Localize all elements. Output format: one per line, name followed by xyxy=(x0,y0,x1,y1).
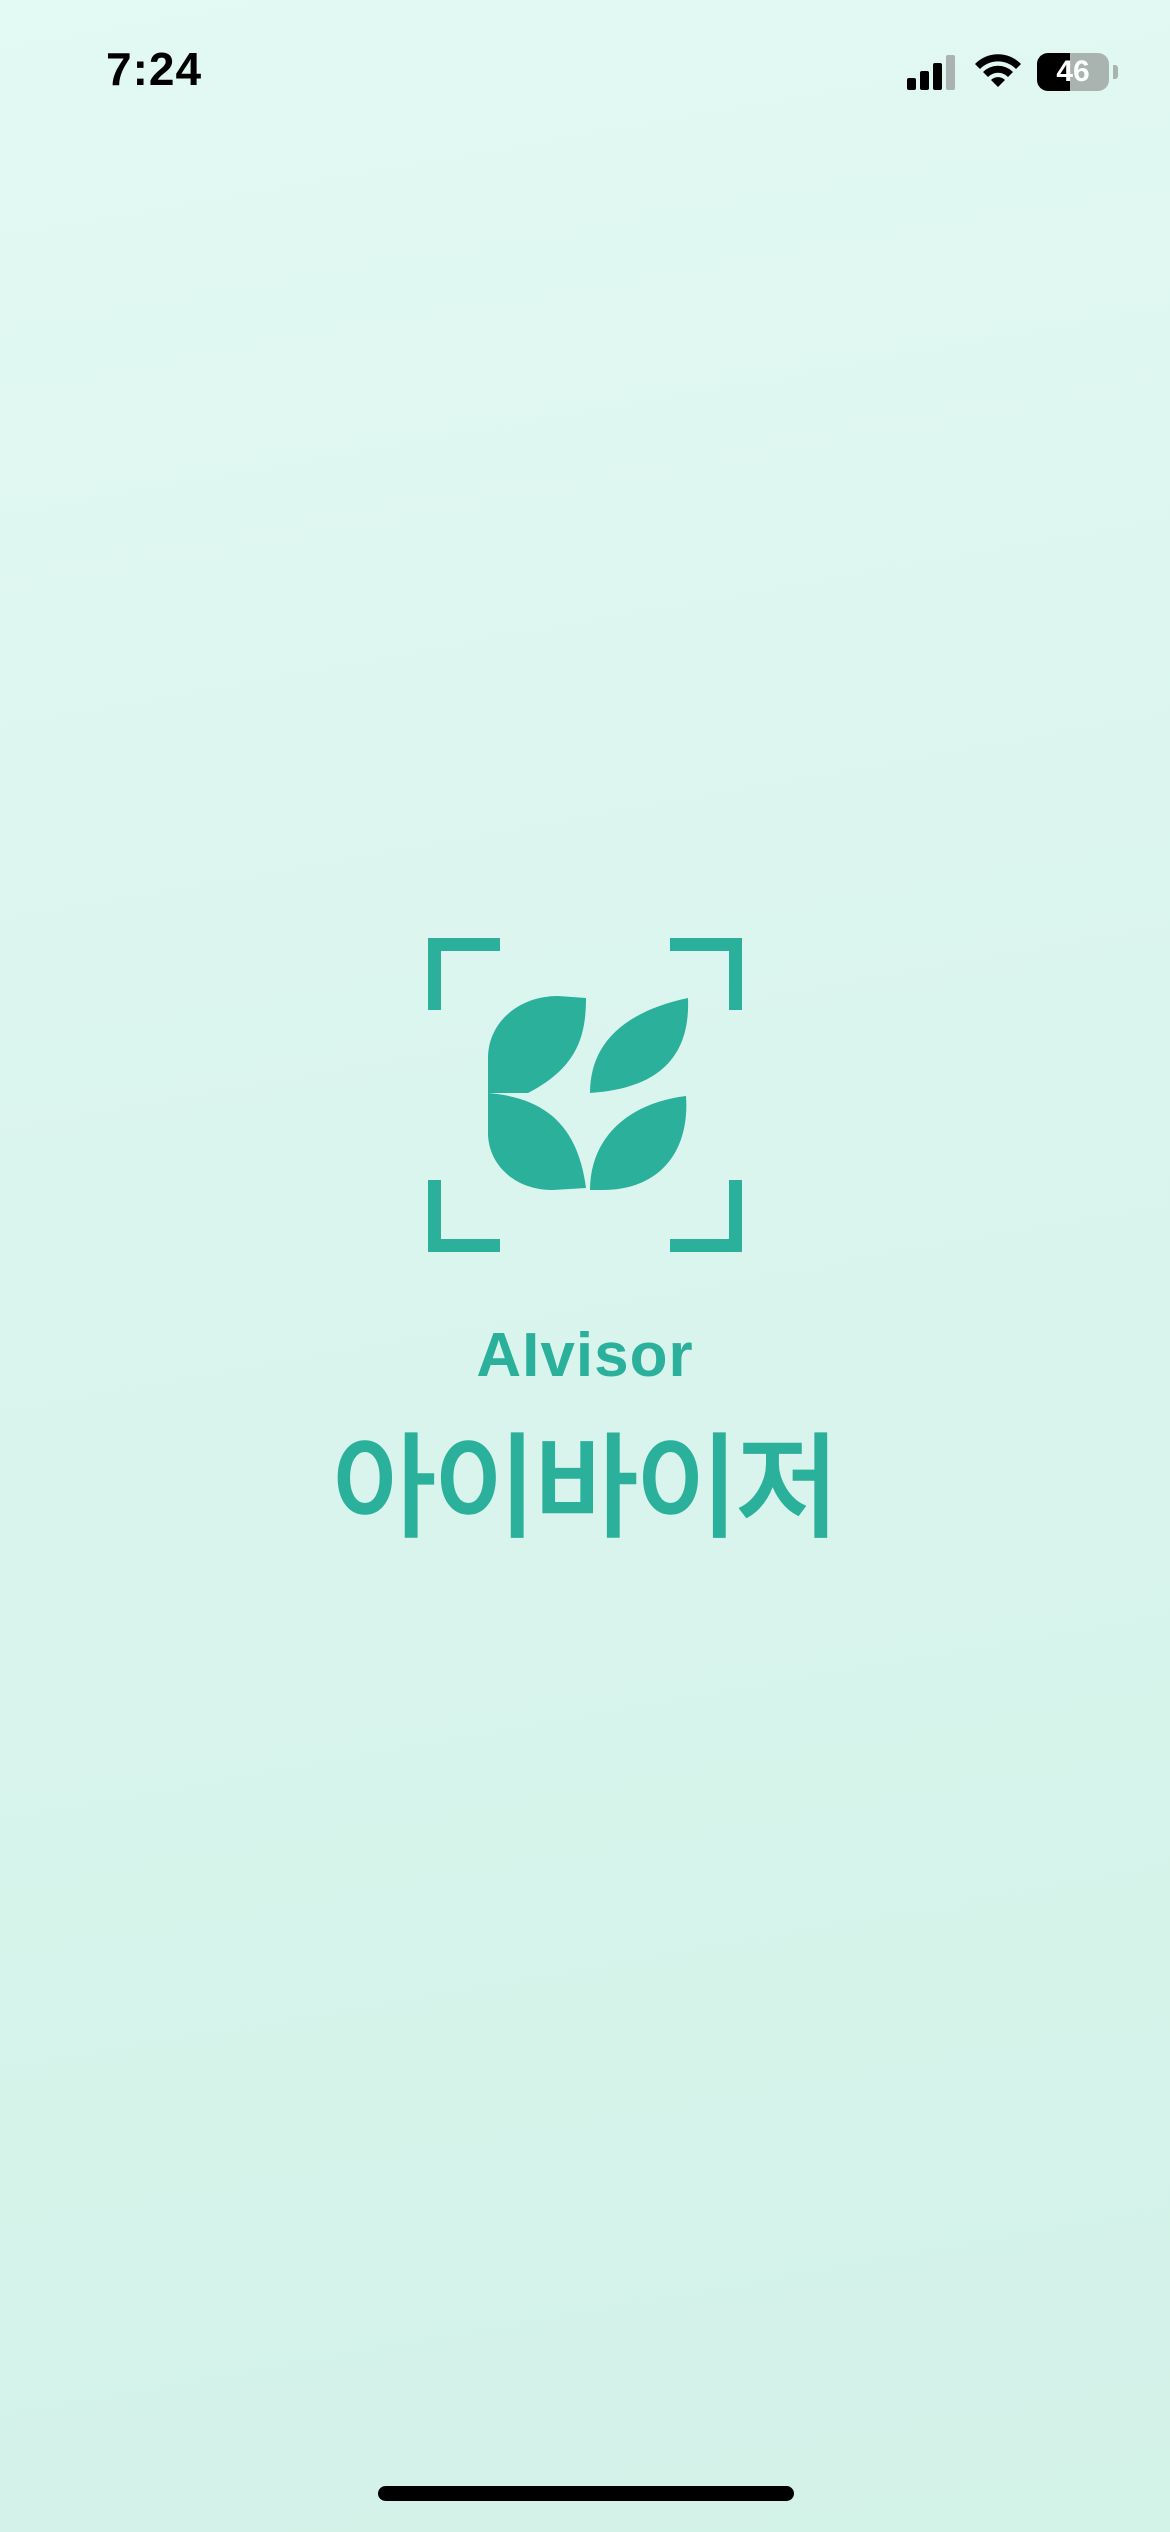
battery-level: 46 xyxy=(1056,55,1090,88)
app-logo xyxy=(428,938,742,1252)
battery-cap xyxy=(1113,65,1118,79)
leaf-frame-logo-icon xyxy=(428,938,742,1252)
signal-icon xyxy=(907,55,955,90)
status-time: 7:24 xyxy=(106,43,203,95)
home-indicator[interactable] xyxy=(378,2486,794,2501)
wifi-icon xyxy=(975,54,1021,87)
status-bar: 7:24 46 xyxy=(0,0,1170,150)
brand-name-english: AIvisor xyxy=(476,1321,694,1390)
status-icons: 46 xyxy=(907,52,1118,92)
battery-icon: 46 xyxy=(1037,53,1109,91)
brand-name-korean: 아이바이저 xyxy=(332,1424,839,1554)
